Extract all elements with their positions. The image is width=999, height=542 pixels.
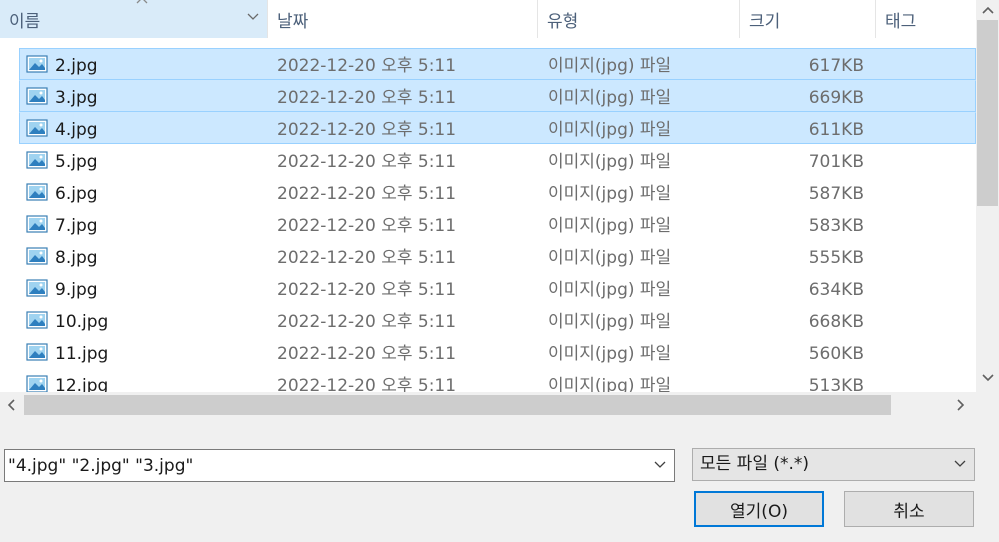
file-date: 2022-12-20 오후 5:11: [277, 88, 457, 108]
column-header-size-label: 크기: [749, 11, 781, 32]
file-name: 10.jpg: [55, 312, 109, 332]
file-date: 2022-12-20 오후 5:11: [277, 248, 457, 268]
file-row[interactable]: 3.jpg 2022-12-20 오후 5:11 이미지(jpg) 파일 669KB: [19, 80, 976, 112]
file-row[interactable]: 10.jpg 2022-12-20 오후 5:11 이미지(jpg) 파일 668KB: [19, 304, 976, 336]
file-name: 5.jpg: [55, 152, 98, 172]
file-type: 이미지(jpg) 파일: [548, 216, 672, 236]
file-date: 2022-12-20 오후 5:11: [277, 344, 457, 364]
file-type: 이미지(jpg) 파일: [548, 88, 672, 108]
file-date: 2022-12-20 오후 5:11: [277, 280, 457, 300]
file-row[interactable]: 9.jpg 2022-12-20 오후 5:11 이미지(jpg) 파일 634KB: [19, 272, 976, 304]
file-size: 555KB: [808, 248, 864, 268]
file-date: 2022-12-20 오후 5:11: [277, 216, 457, 236]
file-type: 이미지(jpg) 파일: [548, 152, 672, 172]
file-type-selected-label: 모든 파일 (*.*): [700, 454, 810, 474]
chevron-down-icon[interactable]: [954, 460, 966, 468]
file-row[interactable]: 11.jpg 2022-12-20 오후 5:11 이미지(jpg) 파일 560KB: [19, 336, 976, 368]
file-date: 2022-12-20 오후 5:11: [277, 152, 457, 172]
column-header-type-label: 유형: [547, 11, 579, 32]
sort-ascending-icon: [136, 0, 148, 4]
file-name: 12.jpg: [55, 376, 109, 392]
file-date: 2022-12-20 오후 5:11: [277, 56, 457, 76]
file-row[interactable]: 6.jpg 2022-12-20 오후 5:11 이미지(jpg) 파일 587KB: [19, 176, 976, 208]
column-filter-chevron-icon[interactable]: [247, 13, 259, 21]
file-open-dialog: 이름 날짜 유형 크기 태그 2.jpg 2022-12-20 오후 5:11 …: [0, 0, 999, 542]
file-size: 560KB: [808, 344, 864, 364]
scroll-right-arrow-icon[interactable]: [957, 399, 965, 411]
file-size: 587KB: [808, 184, 864, 204]
scrollbar-corner: [976, 392, 999, 418]
file-date: 2022-12-20 오후 5:11: [277, 184, 457, 204]
column-header-name-label: 이름: [9, 11, 41, 32]
cancel-button[interactable]: 취소: [844, 491, 974, 527]
file-size: 583KB: [808, 216, 864, 236]
file-row[interactable]: 4.jpg 2022-12-20 오후 5:11 이미지(jpg) 파일 611KB: [19, 112, 976, 144]
file-type: 이미지(jpg) 파일: [548, 184, 672, 204]
file-size: 701KB: [808, 152, 864, 172]
file-size: 668KB: [808, 312, 864, 332]
file-row[interactable]: 7.jpg 2022-12-20 오후 5:11 이미지(jpg) 파일 583KB: [19, 208, 976, 240]
column-header-tags[interactable]: 태그: [876, 0, 976, 38]
file-date: 2022-12-20 오후 5:11: [277, 312, 457, 332]
file-date: 2022-12-20 오후 5:11: [277, 120, 457, 140]
column-header-tags-label: 태그: [885, 11, 917, 32]
file-name: 7.jpg: [55, 216, 98, 236]
filename-combobox[interactable]: [4, 449, 675, 482]
column-header-type[interactable]: 유형: [538, 0, 740, 38]
file-row[interactable]: 8.jpg 2022-12-20 오후 5:11 이미지(jpg) 파일 555KB: [19, 240, 976, 272]
file-name: 8.jpg: [55, 248, 98, 268]
file-type-select[interactable]: 모든 파일 (*.*): [692, 448, 975, 481]
file-name: 6.jpg: [55, 184, 98, 204]
column-header-date-label: 날짜: [277, 11, 309, 32]
file-type: 이미지(jpg) 파일: [548, 120, 672, 140]
file-type: 이미지(jpg) 파일: [548, 344, 672, 364]
file-size: 611KB: [808, 120, 864, 140]
file-row[interactable]: 5.jpg 2022-12-20 오후 5:11 이미지(jpg) 파일 701KB: [19, 144, 976, 176]
file-date: 2022-12-20 오후 5:11: [277, 376, 457, 392]
file-size: 669KB: [808, 88, 864, 108]
file-type: 이미지(jpg) 파일: [548, 312, 672, 332]
column-header-date[interactable]: 날짜: [268, 0, 538, 38]
file-size: 513KB: [808, 376, 864, 392]
file-name: 4.jpg: [55, 120, 98, 140]
file-row[interactable]: 2.jpg 2022-12-20 오후 5:11 이미지(jpg) 파일 617KB: [19, 48, 976, 80]
file-type: 이미지(jpg) 파일: [548, 280, 672, 300]
file-name: 9.jpg: [55, 280, 98, 300]
column-header-bar: 이름 날짜 유형 크기 태그: [0, 0, 976, 38]
file-type: 이미지(jpg) 파일: [548, 248, 672, 268]
file-name: 3.jpg: [55, 88, 98, 108]
file-list: 2.jpg 2022-12-20 오후 5:11 이미지(jpg) 파일 617KB 3…: [0, 48, 976, 392]
file-row[interactable]: 12.jpg 2022-12-20 오후 5:11 이미지(jpg) 파일 513KB: [19, 368, 976, 392]
file-type: 이미지(jpg) 파일: [548, 56, 672, 76]
horizontal-scrollbar-thumb[interactable]: [24, 395, 891, 415]
file-size: 634KB: [808, 280, 864, 300]
file-name: 11.jpg: [55, 344, 109, 364]
image-file-icon: [26, 374, 48, 392]
file-size: 617KB: [808, 56, 864, 76]
scroll-up-arrow-icon[interactable]: [982, 6, 994, 14]
file-list-pane[interactable]: 이름 날짜 유형 크기 태그 2.jpg 2022-12-20 오후 5:11 …: [0, 0, 999, 418]
scroll-down-arrow-icon[interactable]: [982, 374, 994, 382]
filename-input[interactable]: [8, 450, 648, 481]
scroll-left-arrow-icon[interactable]: [7, 399, 15, 411]
column-header-size[interactable]: 크기: [740, 0, 876, 38]
open-button[interactable]: 열기(O): [694, 491, 824, 527]
chevron-down-icon[interactable]: [654, 461, 666, 469]
file-name: 2.jpg: [55, 56, 98, 76]
file-type: 이미지(jpg) 파일: [548, 376, 672, 392]
vertical-scrollbar-thumb[interactable]: [977, 20, 998, 206]
column-header-name[interactable]: 이름: [0, 0, 268, 38]
